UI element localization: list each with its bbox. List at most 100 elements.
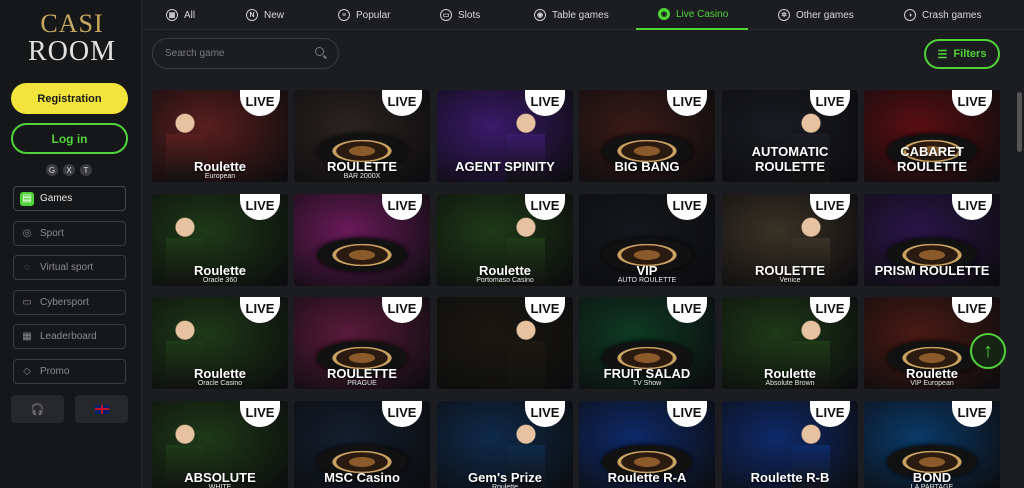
game-title: MSC Casino bbox=[324, 470, 400, 485]
game-title: FRUIT SALAD bbox=[603, 366, 691, 381]
popular-icon: ≡ bbox=[338, 9, 350, 21]
game-card[interactable]: LIVE PRISM ROULETTE bbox=[864, 194, 1000, 286]
game-card[interactable]: LIVE Gem's Prize Roulette bbox=[437, 401, 573, 488]
game-card[interactable]: LIVE BOND LA PARTAGE bbox=[864, 401, 1000, 488]
dealer-image bbox=[507, 319, 545, 389]
game-card[interactable]: LIVE bbox=[294, 194, 430, 286]
app-root: CASI ROOM Registration Log in G X T ▤ Ga… bbox=[0, 0, 1024, 488]
language-button[interactable] bbox=[75, 395, 128, 423]
live-casino-icon: ◉ bbox=[658, 8, 670, 20]
game-card[interactable]: LIVE Roulette Oracle 360 bbox=[152, 194, 288, 286]
logo-bottom: ROOM bbox=[27, 36, 116, 67]
tab-new[interactable]: N New bbox=[246, 0, 284, 30]
game-card[interactable]: LIVE ROULETTE PRAGUE bbox=[294, 297, 430, 389]
sidebar-item-promo[interactable]: ◇ Promo bbox=[13, 358, 126, 384]
google-icon[interactable]: G bbox=[46, 164, 58, 176]
game-title: ROULETTE bbox=[326, 366, 398, 381]
logo[interactable]: CASI ROOM bbox=[22, 10, 122, 70]
game-card[interactable]: LIVE ABSOLUTE WHITE bbox=[152, 401, 288, 488]
game-title: Roulette R-B bbox=[750, 470, 830, 485]
sidebar-item-label: Virtual sport bbox=[40, 262, 94, 273]
tab-slots[interactable]: ▭ Slots bbox=[440, 0, 480, 30]
game-card[interactable]: LIVE VIP AUTO ROULETTE bbox=[579, 194, 715, 286]
crash-games-icon: ◑ bbox=[904, 9, 916, 21]
game-title: Roulette bbox=[764, 366, 816, 381]
telegram-icon[interactable]: T bbox=[80, 164, 92, 176]
game-card[interactable]: LIVE AGENT SPINITY bbox=[437, 90, 573, 182]
other-games-icon: ✲ bbox=[778, 9, 790, 21]
sport-icon: ◎ bbox=[22, 227, 32, 239]
tab-live-casino[interactable]: ◉ Live Casino bbox=[636, 0, 748, 30]
x-icon[interactable]: X bbox=[63, 164, 75, 176]
game-card[interactable]: LIVE ROULETTE Venice bbox=[722, 194, 858, 286]
category-tabs: ▦ All N New ≡ Popular ▭ Slots ◉ Table games ◉… bbox=[142, 0, 1024, 30]
sidebar-item-cybersport[interactable]: ▭ Cybersport bbox=[13, 289, 126, 315]
slots-icon: ▭ bbox=[440, 9, 452, 21]
game-subtitle: Portomaso Casino bbox=[476, 277, 534, 284]
game-card[interactable]: LIVE CABARET ROULETTE bbox=[864, 90, 1000, 182]
sidebar-item-label: Cybersport bbox=[40, 296, 89, 308]
game-card[interactable]: LIVE bbox=[437, 297, 573, 389]
headset-icon: 🎧 bbox=[30, 403, 45, 416]
game-title: Roulette bbox=[906, 366, 958, 381]
filters-icon: ☰ bbox=[937, 48, 948, 61]
game-subtitle: Oracle 360 bbox=[202, 277, 238, 284]
game-subtitle: VIP European bbox=[910, 380, 954, 387]
sidebar-item-label: Sport bbox=[40, 227, 64, 239]
grid-icon: ▦ bbox=[166, 9, 178, 21]
tab-crash-games[interactable]: ◑ Crash games bbox=[904, 0, 981, 30]
sidebar-item-leaderboard[interactable]: ▦ Leaderboard bbox=[13, 324, 126, 349]
game-title: Roulette bbox=[194, 366, 246, 381]
sidebar-item-sport[interactable]: ◎ Sport bbox=[13, 220, 126, 246]
sidebar-item-label: Leaderboard bbox=[40, 331, 97, 342]
game-subtitle: PRAGUE bbox=[347, 380, 377, 387]
game-card[interactable]: LIVE ROULETTE BAR 2000X bbox=[294, 90, 430, 182]
scroll-to-top-button[interactable]: ↑ bbox=[970, 333, 1006, 369]
tab-table-games[interactable]: ◉ Table games bbox=[534, 0, 609, 30]
game-subtitle: BAR 2000X bbox=[343, 173, 381, 180]
tab-all[interactable]: ▦ All bbox=[166, 0, 195, 30]
game-subtitle: Oracle Casino bbox=[197, 380, 243, 387]
uk-flag-icon bbox=[94, 404, 109, 414]
game-title: Roulette R-A bbox=[607, 470, 687, 485]
search-input[interactable] bbox=[165, 48, 305, 59]
login-button[interactable]: Log in bbox=[11, 123, 128, 154]
game-card[interactable]: LIVE Roulette R-B bbox=[722, 401, 858, 488]
cybersport-icon: ▭ bbox=[22, 296, 32, 308]
scrollbar[interactable] bbox=[1017, 92, 1022, 152]
game-title: Roulette bbox=[194, 159, 246, 174]
search-box bbox=[152, 38, 339, 69]
game-title: ABSOLUTE bbox=[184, 470, 256, 485]
game-card[interactable]: LIVE AUTOMATIC ROULETTE bbox=[722, 90, 858, 182]
game-title: BIG BANG bbox=[614, 159, 680, 174]
game-card[interactable]: LIVE Roulette Absolute Brown bbox=[722, 297, 858, 389]
roulette-wheel-image bbox=[317, 238, 407, 272]
game-subtitle: Venice bbox=[779, 277, 801, 284]
table-games-icon: ◉ bbox=[534, 9, 546, 21]
leaderboard-icon: ▦ bbox=[22, 331, 32, 342]
game-subtitle: AUTO ROULETTE bbox=[617, 277, 677, 284]
filters-button[interactable]: ☰ Filters bbox=[924, 39, 1000, 69]
game-card[interactable]: LIVE Roulette Portomaso Casino bbox=[437, 194, 573, 286]
sidebar-item-games[interactable]: ▤ Games bbox=[13, 186, 126, 211]
game-subtitle: Roulette bbox=[491, 484, 519, 488]
game-card[interactable]: LIVE Roulette Oracle Casino bbox=[152, 297, 288, 389]
game-card[interactable]: LIVE Roulette European bbox=[152, 90, 288, 182]
game-title: Gem's Prize bbox=[468, 470, 542, 485]
registration-button[interactable]: Registration bbox=[11, 83, 128, 114]
sidebar: CASI ROOM Registration Log in G X T ▤ Ga… bbox=[0, 0, 142, 488]
game-card[interactable]: LIVE Roulette R-A bbox=[579, 401, 715, 488]
support-button[interactable]: 🎧 bbox=[11, 395, 64, 423]
game-card[interactable]: LIVE MSC Casino bbox=[294, 401, 430, 488]
game-card[interactable]: LIVE FRUIT SALAD TV Show bbox=[579, 297, 715, 389]
sidebar-item-label: Games bbox=[40, 193, 73, 204]
new-icon: N bbox=[246, 9, 258, 21]
game-title: ROULETTE bbox=[326, 159, 398, 174]
sidebar-item-virtual-sport[interactable]: ◌ Virtual sport bbox=[13, 255, 126, 280]
search-icon[interactable] bbox=[315, 47, 324, 56]
game-card[interactable]: LIVE BIG BANG bbox=[579, 90, 715, 182]
tab-other-games[interactable]: ✲ Other games bbox=[778, 0, 854, 30]
game-title: PRISM ROULETTE bbox=[874, 263, 990, 278]
tab-popular[interactable]: ≡ Popular bbox=[338, 0, 390, 30]
game-title: CABARET ROULETTE bbox=[896, 144, 968, 174]
